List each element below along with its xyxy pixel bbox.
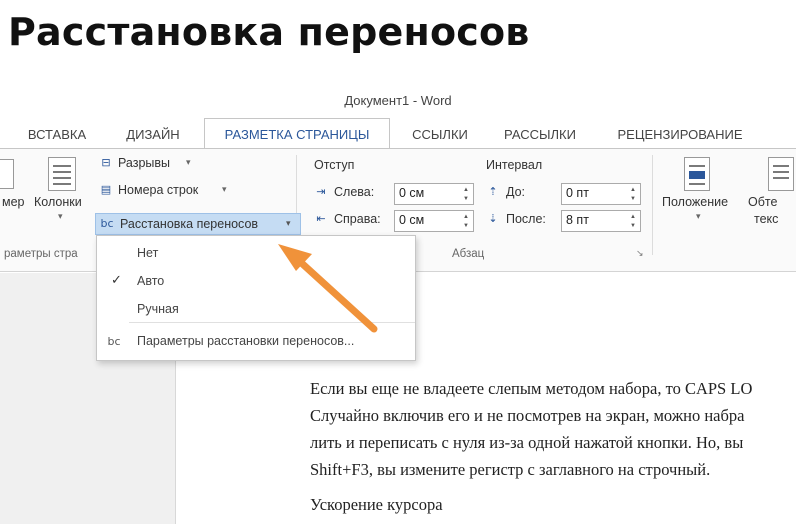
- breaks-dropdown-icon[interactable]: ▾: [186, 157, 191, 168]
- menu-divider: [129, 322, 415, 323]
- columns-button[interactable]: Колонки: [34, 195, 82, 209]
- indent-right-value: 0 см: [399, 213, 425, 227]
- position-icon: [684, 157, 710, 191]
- spacing-after-label: После:: [506, 212, 546, 226]
- indent-left-spinner[interactable]: 0 см ▲ ▼: [394, 183, 474, 205]
- spin-up-icon[interactable]: ▲: [629, 213, 637, 221]
- hyphenation-dropdown-icon: ▾: [286, 218, 291, 228]
- tab-mailings[interactable]: РАССЫЛКИ: [490, 122, 590, 148]
- dialog-launcher-icon[interactable]: ↘: [636, 248, 644, 259]
- line-numbers-button[interactable]: Номера строк: [118, 183, 198, 197]
- article-heading: Расстановка переносов: [8, 10, 530, 54]
- wrap-text-icon: [768, 157, 794, 191]
- wrap-text-button-line2: текс: [754, 212, 779, 226]
- hyphenation-options-icon: bc: [107, 335, 121, 348]
- document-line: Ускорение курсора: [310, 495, 443, 514]
- page-setup-group-label: раметры стра: [4, 248, 78, 260]
- spin-down-icon[interactable]: ▼: [629, 195, 637, 203]
- spacing-before-icon: ⇡: [488, 185, 498, 198]
- indent-right-label: Справа:: [334, 212, 381, 226]
- tab-review[interactable]: РЕЦЕНЗИРОВАНИЕ: [600, 122, 760, 148]
- spin-up-icon[interactable]: ▲: [629, 186, 637, 194]
- size-button-label[interactable]: мер: [2, 195, 25, 209]
- menu-item-label: Нет: [137, 246, 159, 260]
- checkmark-icon: ✓: [111, 273, 122, 288]
- menu-item-hyphenation-options[interactable]: bc Параметры расстановки переносов...: [97, 328, 415, 356]
- spin-up-icon[interactable]: ▲: [462, 186, 470, 194]
- position-button[interactable]: Положение: [662, 195, 728, 209]
- document-line: Shift+F3, вы измените регистр с заглавно…: [310, 460, 711, 479]
- spacing-after-spinner[interactable]: 8 пт ▲ ▼: [561, 210, 641, 232]
- position-dropdown-icon[interactable]: ▾: [696, 211, 701, 222]
- tab-insert[interactable]: ВСТАВКА: [12, 122, 102, 148]
- menu-item-label: Параметры расстановки переносов...: [137, 334, 355, 348]
- spacing-after-icon: ⇣: [488, 212, 498, 225]
- hyphenation-menu: Нет ✓ Авто Ручная bc Параметры расстанов…: [96, 235, 416, 361]
- spacing-after-value: 8 пт: [566, 213, 589, 227]
- spin-down-icon[interactable]: ▼: [462, 195, 470, 203]
- size-icon: [0, 159, 14, 189]
- tab-page-layout[interactable]: РАЗМЕТКА СТРАНИЦЫ: [204, 118, 390, 149]
- spacing-before-label: До:: [506, 185, 526, 199]
- window-title: Документ1 - Word: [344, 93, 452, 108]
- indent-right-icon: ⇤: [316, 212, 326, 225]
- hyphenation-icon: bc: [100, 217, 114, 230]
- tab-design[interactable]: ДИЗАЙН: [108, 122, 198, 148]
- document-line: Случайно включив его и не посмотрев на э…: [310, 406, 745, 425]
- ribbon-tabs: ВСТАВКА ДИЗАЙН РАЗМЕТКА СТРАНИЦЫ ССЫЛКИ …: [0, 118, 796, 149]
- spin-down-icon[interactable]: ▼: [629, 222, 637, 230]
- spacing-before-value: 0 пт: [566, 186, 589, 200]
- document-line: Если вы еще не владеете слепым методом н…: [310, 379, 753, 398]
- spacing-header: Интервал: [486, 158, 543, 172]
- spin-down-icon[interactable]: ▼: [462, 222, 470, 230]
- indent-left-label: Слева:: [334, 185, 375, 199]
- spacing-before-spinner[interactable]: 0 пт ▲ ▼: [561, 183, 641, 205]
- hyphenation-button-label: Расстановка переносов: [120, 217, 259, 231]
- line-numbers-dropdown-icon[interactable]: ▾: [222, 184, 227, 195]
- indent-right-spinner[interactable]: 0 см ▲ ▼: [394, 210, 474, 232]
- menu-item-manual[interactable]: Ручная: [97, 296, 415, 324]
- menu-item-label: Авто: [137, 274, 165, 288]
- hyphenation-button[interactable]: bc Расстановка переносов ▾: [95, 213, 301, 235]
- columns-dropdown-icon[interactable]: ▾: [58, 211, 63, 222]
- menu-item-label: Ручная: [137, 302, 179, 316]
- menu-item-none[interactable]: Нет: [97, 240, 415, 268]
- indent-left-value: 0 см: [399, 186, 425, 200]
- document-line: лить и переписать с нуля из-за одной наж…: [310, 433, 744, 452]
- breaks-button[interactable]: Разрывы: [118, 156, 170, 170]
- group-divider: [652, 155, 653, 255]
- columns-icon: [48, 157, 76, 191]
- indent-left-icon: ⇥: [316, 185, 326, 198]
- paragraph-group-label: Абзац: [452, 248, 485, 260]
- line-numbers-icon: ▤: [100, 183, 112, 196]
- indent-header: Отступ: [314, 158, 355, 172]
- menu-item-auto[interactable]: ✓ Авто: [97, 268, 415, 296]
- tab-references[interactable]: ССЫЛКИ: [398, 122, 482, 148]
- spin-up-icon[interactable]: ▲: [462, 213, 470, 221]
- wrap-text-button[interactable]: Обте: [748, 195, 777, 209]
- breaks-icon: ⊟: [101, 156, 111, 169]
- word-window: Документ1 - Word ВСТАВКА ДИЗАЙН РАЗМЕТКА…: [0, 88, 796, 524]
